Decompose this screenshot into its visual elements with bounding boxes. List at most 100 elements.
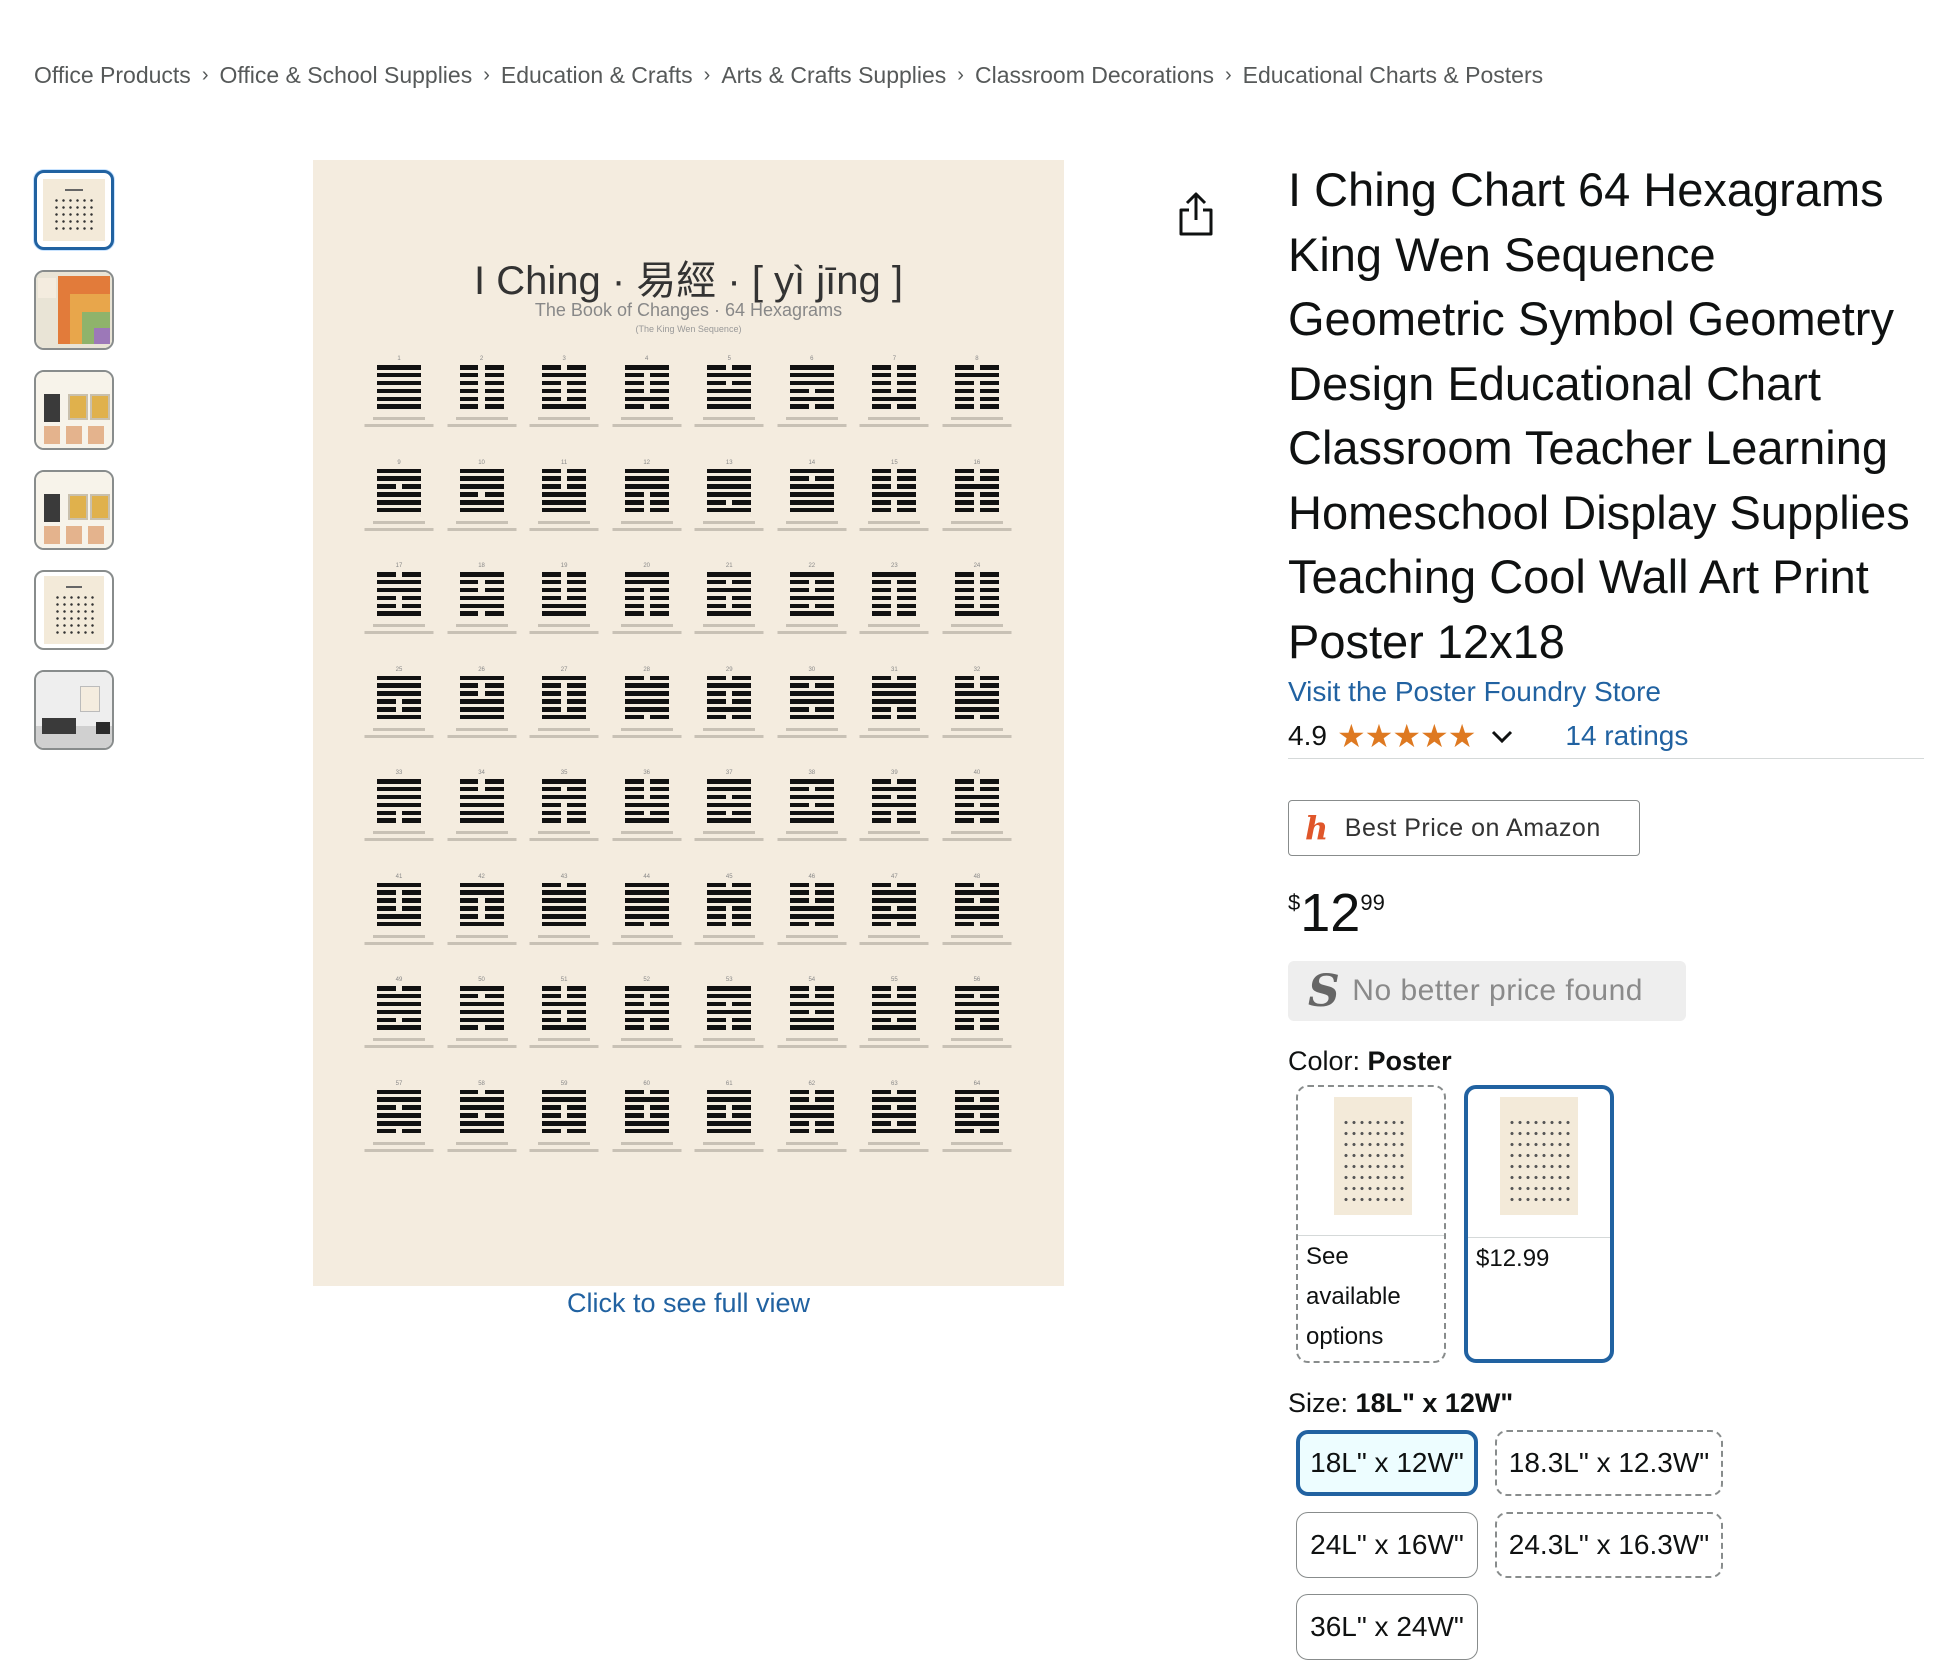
size-option-24x16[interactable]: 24L" x 16W" — [1296, 1512, 1478, 1578]
hexagram-23: 23 — [853, 560, 936, 664]
color-option-poster[interactable]: $12.99 — [1464, 1085, 1614, 1363]
hexagram-number: 35 — [560, 770, 568, 776]
star-rating-icon[interactable]: ★★★★★ — [1337, 717, 1476, 755]
thumbnail-2[interactable] — [34, 270, 114, 350]
ratings-count-link[interactable]: 14 ratings — [1565, 720, 1688, 752]
main-product-image[interactable]: I Ching · 易經 · [ yì jīng ] The Book of C… — [313, 160, 1064, 1286]
color-label-text: Color: — [1288, 1046, 1361, 1076]
poster-subtitle: The Book of Changes · 64 Hexagrams — [534, 300, 843, 320]
thumbnail-image — [43, 179, 105, 241]
hexagram-caption — [523, 734, 606, 738]
hexagram-caption — [935, 934, 1018, 938]
hexagram-caption — [688, 1148, 771, 1152]
hexagram-caption — [853, 424, 936, 427]
hexagram-caption — [358, 734, 440, 738]
chevron-down-icon[interactable] — [1489, 723, 1515, 749]
thumbnail-4[interactable] — [34, 470, 114, 550]
thumbnail-3[interactable] — [34, 370, 114, 450]
hexagram-number: 33 — [395, 770, 403, 776]
thumbnail-1[interactable] — [34, 170, 114, 250]
hexagram-symbol-icon — [954, 468, 999, 513]
hexagram-caption — [688, 1038, 771, 1041]
hexagram-number: 24 — [973, 563, 981, 569]
hexagram-symbol-icon — [954, 1089, 999, 1134]
hexagram-45: 45 — [688, 871, 771, 975]
hexagram-symbol-icon — [954, 986, 999, 1030]
hexagram-symbol-icon — [377, 986, 421, 1030]
breadcrumb-office-school-supplies[interactable]: Office & School Supplies — [219, 62, 472, 89]
hexagram-number: 42 — [478, 873, 485, 880]
hexagram-symbol-icon — [624, 572, 669, 616]
hexagram-symbol-icon — [789, 365, 834, 409]
size-option-18-3x12-3[interactable]: 18.3L" x 12.3W" — [1495, 1430, 1723, 1496]
hexagram-caption — [853, 934, 936, 938]
thumbnail-6[interactable] — [34, 670, 114, 750]
hexagram-caption — [523, 727, 606, 731]
hexagram-27: 27 — [523, 664, 606, 768]
hexagram-63: 63 — [853, 1078, 936, 1182]
hexagram-caption — [688, 631, 771, 634]
hexagram-symbol-icon — [377, 882, 421, 927]
hexagram-number: 43 — [560, 873, 568, 880]
breadcrumb-office-products[interactable]: Office Products — [34, 62, 191, 89]
size-option-18x12[interactable]: 18L" x 12W" — [1296, 1430, 1478, 1496]
thumbnail-5[interactable] — [34, 570, 114, 650]
hexagram-caption — [688, 1141, 771, 1145]
hexagram-number: 57 — [395, 1080, 403, 1087]
hexagram-number: 61 — [725, 1080, 733, 1087]
hexagram-caption — [440, 1038, 523, 1041]
hexagram-symbol-icon — [707, 468, 752, 513]
thumbnail-image — [36, 372, 112, 448]
full-view-link[interactable]: Click to see full view — [313, 1288, 1064, 1319]
hexagram-symbol-icon — [542, 468, 587, 513]
hexagram-caption — [440, 838, 523, 841]
hexagram-number: 6 — [810, 356, 814, 362]
hexagram-row: 9 10 11 12 13 14 15 16 — [358, 457, 1018, 561]
hexagram-caption — [523, 624, 606, 627]
hexagram-symbol-icon — [872, 882, 917, 927]
hexagram-caption — [523, 838, 606, 841]
hexagram-64: 64 — [935, 1078, 1018, 1182]
hexagram-33: 33 — [358, 767, 440, 871]
hexagram-32: 32 — [935, 664, 1018, 768]
size-option-24-3x16-3[interactable]: 24.3L" x 16.3W" — [1495, 1512, 1723, 1578]
hexagram-21: 21 — [688, 560, 771, 664]
hexagram-number: 19 — [560, 563, 568, 569]
breadcrumb-educational-charts-posters[interactable]: Educational Charts & Posters — [1243, 62, 1543, 89]
best-price-button[interactable]: h Best Price on Amazon — [1288, 800, 1640, 856]
hexagram-symbol-icon — [624, 986, 669, 1030]
hexagram-caption — [605, 527, 688, 531]
swatch-image — [1468, 1089, 1610, 1238]
hexagram-caption — [853, 417, 936, 420]
hexagram-number: 53 — [725, 977, 733, 983]
hexagram-symbol-icon — [542, 675, 587, 720]
hexagram-caption — [440, 527, 523, 531]
hexagram-symbol-icon — [707, 986, 752, 1030]
store-link[interactable]: Visit the Poster Foundry Store — [1288, 676, 1661, 708]
hexagram-caption — [605, 631, 688, 634]
hexagram-symbol-icon — [542, 779, 587, 823]
hexagram-symbol-icon — [954, 365, 999, 409]
hexagram-caption — [358, 934, 440, 938]
hexagram-caption — [605, 424, 688, 427]
swatch-text-line: available — [1306, 1283, 1401, 1310]
share-icon[interactable] — [1178, 192, 1214, 236]
hexagram-caption — [440, 734, 523, 738]
hexagram-56: 56 — [935, 974, 1018, 1078]
hexagram-52: 52 — [605, 974, 688, 1078]
hexagram-caption — [688, 520, 771, 524]
size-option-36x24[interactable]: 36L" x 24W" — [1296, 1594, 1478, 1660]
breadcrumb-arts-crafts-supplies[interactable]: Arts & Crafts Supplies — [721, 62, 946, 89]
swatch-text: See available options — [1306, 1237, 1401, 1357]
hexagram-symbol-icon — [707, 675, 752, 720]
breadcrumb-classroom-decorations[interactable]: Classroom Decorations — [975, 62, 1214, 89]
hexagram-caption — [358, 527, 440, 531]
color-option-see-available[interactable]: See available options — [1296, 1085, 1446, 1363]
hexagram-symbol-icon — [459, 882, 504, 927]
hexagram-caption — [523, 934, 606, 938]
breadcrumb-education-crafts[interactable]: Education & Crafts — [501, 62, 693, 89]
hexagram-symbol-icon — [542, 572, 587, 616]
hexagram-caption — [935, 520, 1018, 524]
hexagram-number: 25 — [395, 666, 403, 673]
hexagram-caption — [688, 417, 771, 420]
